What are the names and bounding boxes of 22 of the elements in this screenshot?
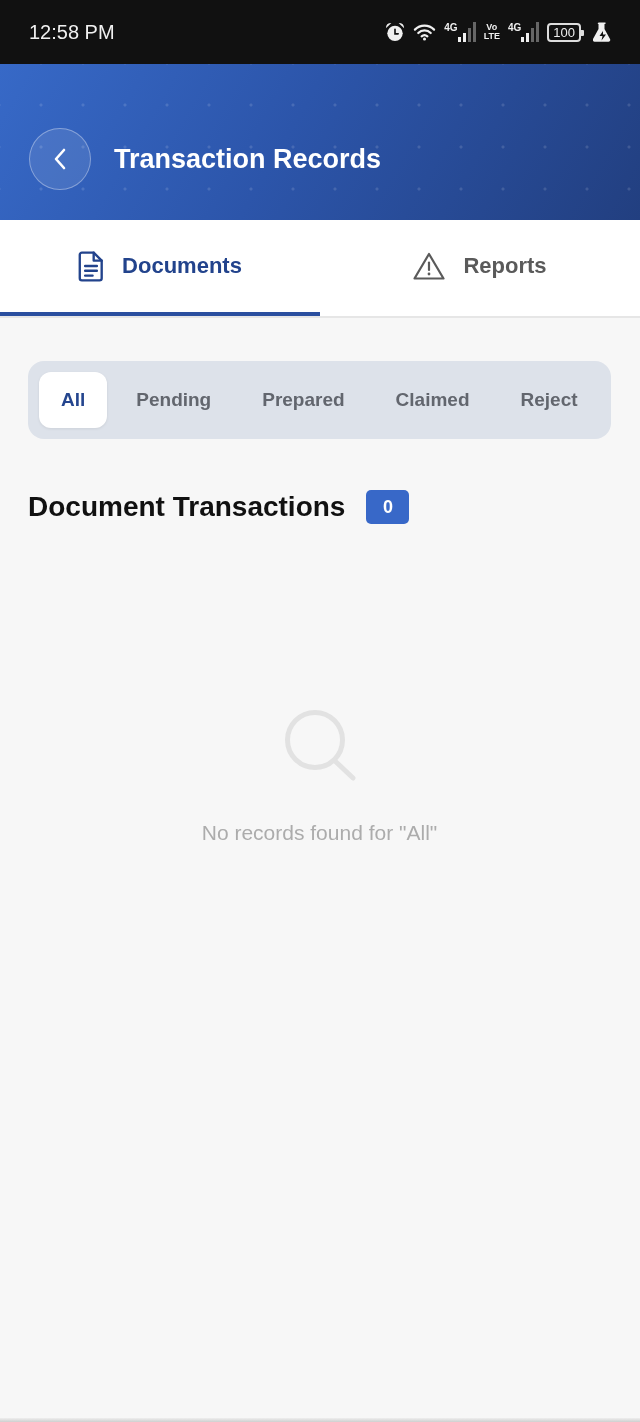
warning-icon <box>413 252 446 280</box>
filter-chip[interactable]: Prepared <box>240 372 367 428</box>
flask-icon <box>593 22 611 42</box>
volte-label: Vo LTE <box>483 23 500 41</box>
filter-chip[interactable]: Claimed <box>373 372 492 428</box>
document-icon <box>78 250 105 282</box>
section-title: Document Transactions <box>28 491 346 523</box>
filter-chip[interactable]: Pending <box>114 372 234 428</box>
wifi-icon <box>413 23 437 41</box>
clock-time: 12:58 PM <box>29 20 115 44</box>
signal-bars-icon <box>457 22 476 42</box>
chevron-left-icon <box>53 148 67 170</box>
signal-bars-icon <box>521 22 540 42</box>
alarm-clock-icon <box>385 22 406 42</box>
count-badge: 0 <box>366 490 410 524</box>
filter-chip[interactable]: Reject <box>498 372 600 428</box>
empty-message: No records found for "All" <box>201 821 438 845</box>
page-title: Transaction Records <box>114 143 382 175</box>
filter-chip[interactable]: All <box>39 372 108 428</box>
battery-indicator: 100 <box>547 22 581 42</box>
network-type-label: 4G <box>444 23 458 33</box>
network-type-label: 4G <box>507 23 522 33</box>
